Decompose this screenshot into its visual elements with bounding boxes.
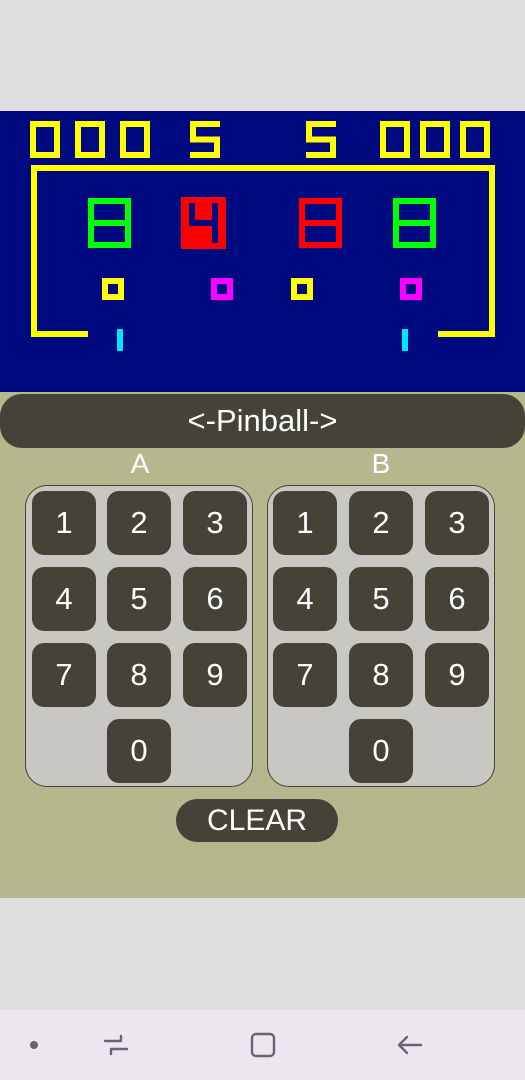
keypad-b-key-3[interactable]: 3	[425, 491, 489, 555]
keypad-a-label: A	[130, 448, 150, 479]
target	[102, 278, 124, 300]
bumper-digit	[88, 198, 131, 248]
keypad-a-key-7[interactable]: 7	[32, 643, 96, 707]
status-area	[0, 0, 525, 111]
keypad-a: 1 2 3 4 5 6 7 8 9 0	[25, 485, 253, 787]
keypad-b-key-6[interactable]: 6	[425, 567, 489, 631]
keypad-b-key-1[interactable]: 1	[273, 491, 337, 555]
keypad-a-key-1[interactable]: 1	[32, 491, 96, 555]
keypad-a-key-6[interactable]: 6	[183, 567, 247, 631]
navigation-bar	[0, 1010, 525, 1080]
ball-count-a	[190, 121, 220, 158]
playfield-wall	[31, 165, 495, 337]
bumper-digit	[393, 198, 436, 248]
keypad-a-key-8[interactable]: 8	[107, 643, 171, 707]
game-screen	[0, 111, 525, 392]
dot-icon[interactable]	[14, 1010, 54, 1080]
score-a-digit	[30, 121, 60, 158]
keypad-a-key-2[interactable]: 2	[107, 491, 171, 555]
keypad-a-key-0[interactable]: 0	[107, 719, 171, 783]
score-b-digit	[420, 121, 450, 158]
home-icon[interactable]	[243, 1010, 283, 1080]
score-b-digit	[380, 121, 410, 158]
keypad-b-key-2[interactable]: 2	[349, 491, 413, 555]
target	[400, 278, 422, 300]
keypad-b-label: B	[371, 448, 391, 479]
keypad-b: 1 2 3 4 5 6 7 8 9 0	[267, 485, 495, 787]
keypad-a-key-9[interactable]: 9	[183, 643, 247, 707]
keypad-b-key-0[interactable]: 0	[349, 719, 413, 783]
recent-apps-icon[interactable]	[96, 1010, 136, 1080]
game-playfield	[30, 121, 495, 351]
flipper-right	[402, 329, 408, 351]
score-a-digit	[120, 121, 150, 158]
clear-button[interactable]: CLEAR	[176, 799, 338, 842]
ball-count-b	[306, 121, 336, 158]
keypad-a-key-5[interactable]: 5	[107, 567, 171, 631]
empty-area	[0, 898, 525, 1010]
target	[211, 278, 233, 300]
keypad-b-key-5[interactable]: 5	[349, 567, 413, 631]
game-title-selector[interactable]: <-Pinball->	[0, 394, 525, 448]
flipper-left	[117, 329, 123, 351]
keypad-b-key-7[interactable]: 7	[273, 643, 337, 707]
keypad-a-key-4[interactable]: 4	[32, 567, 96, 631]
target	[291, 278, 313, 300]
bumper-digit	[299, 198, 342, 248]
score-b-digit	[460, 121, 490, 158]
keypad-b-key-9[interactable]: 9	[425, 643, 489, 707]
keypad-b-key-4[interactable]: 4	[273, 567, 337, 631]
back-icon[interactable]	[390, 1010, 430, 1080]
score-a-digit	[75, 121, 105, 158]
keypad-b-key-8[interactable]: 8	[349, 643, 413, 707]
keypad-a-key-3[interactable]: 3	[183, 491, 247, 555]
